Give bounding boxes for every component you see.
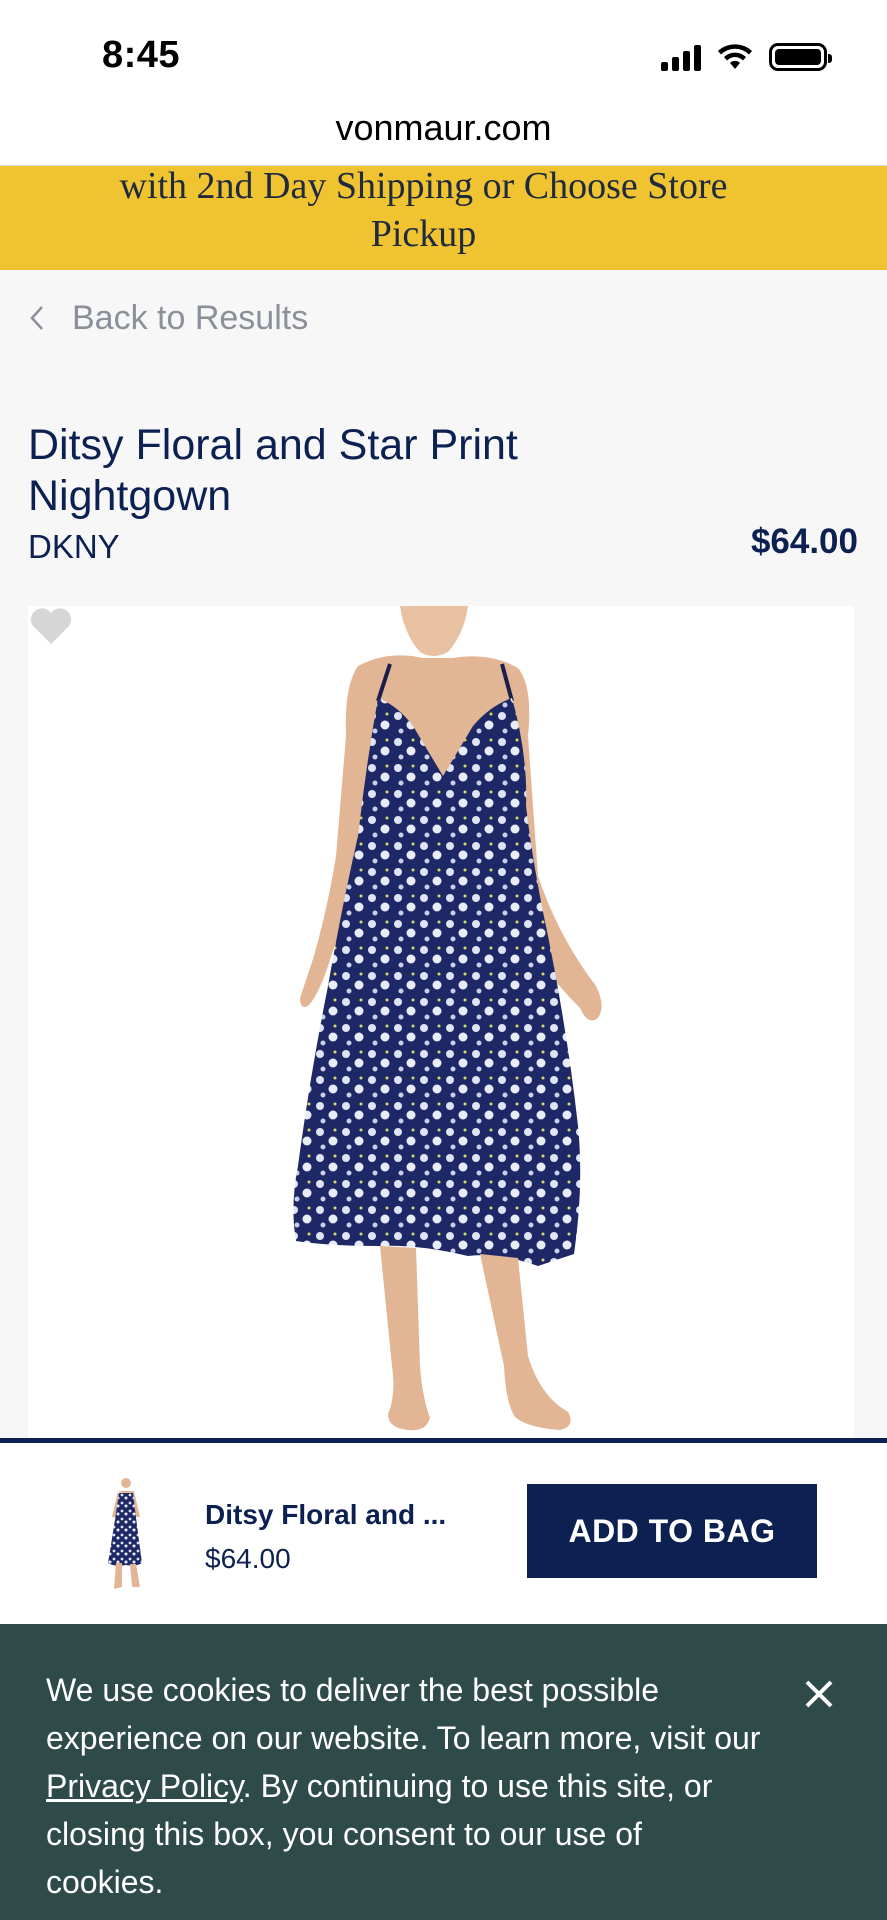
- wifi-icon: [718, 44, 752, 69]
- nightgown-model-photo: [293, 606, 602, 1431]
- product-brand[interactable]: DKNY: [28, 528, 120, 566]
- back-to-results-link[interactable]: Back to Results: [28, 296, 308, 340]
- product-image[interactable]: [28, 606, 854, 1438]
- promo-banner[interactable]: with 2nd Day Shipping or Choose Store Pi…: [0, 166, 887, 270]
- heart-icon[interactable]: [28, 606, 74, 646]
- sticky-add-to-bag-bar: Ditsy Floral and ... $64.00 ADD TO BAG: [0, 1438, 887, 1624]
- product-title-line-1: Ditsy Floral and Star Print: [28, 421, 518, 469]
- promo-text: with 2nd Day Shipping or Choose Store Pi…: [0, 166, 847, 258]
- browser-url-bar[interactable]: vonmaur.com: [0, 100, 887, 166]
- status-icons: [661, 42, 832, 72]
- sticky-product-price: $64.00: [205, 1543, 291, 1574]
- battery-icon: [769, 43, 832, 71]
- product-price: $64.00: [750, 522, 858, 561]
- cookie-banner: We use cookies to deliver the best possi…: [0, 1624, 887, 1920]
- cookie-message: We use cookies to deliver the best possi…: [46, 1666, 766, 1906]
- close-icon[interactable]: [799, 1674, 839, 1714]
- privacy-policy-link[interactable]: Privacy Policy: [46, 1768, 243, 1804]
- product-title-line-2: Nightgown: [28, 472, 232, 520]
- back-link-label: Back to Results: [72, 298, 309, 337]
- url-text: vonmaur.com: [335, 107, 552, 148]
- cookie-text-before: We use cookies to deliver the best possi…: [46, 1672, 761, 1756]
- chevron-left-icon: [30, 306, 43, 330]
- status-bar: 8:45: [0, 0, 887, 100]
- product-thumbnail: [108, 1478, 142, 1589]
- cellular-signal-icon: [661, 43, 701, 71]
- sticky-product-name: Ditsy Floral and ...: [205, 1499, 447, 1530]
- promo-line-2: Pickup: [370, 213, 477, 255]
- add-to-bag-button[interactable]: ADD TO BAG: [527, 1484, 817, 1578]
- promo-line-1: with 2nd Day Shipping or Choose Store: [119, 166, 728, 207]
- product-title: Ditsy Floral and Star Print Nightgown: [28, 420, 588, 522]
- status-time: 8:45: [102, 34, 181, 76]
